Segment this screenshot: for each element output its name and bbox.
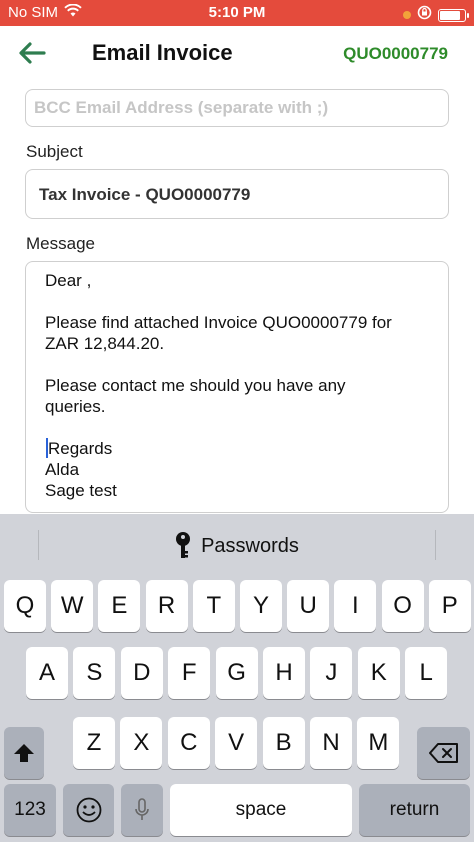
key-j[interactable]: J (310, 647, 353, 699)
key-i[interactable]: I (334, 580, 377, 632)
key-g[interactable]: G (215, 647, 258, 699)
keyboard-suggestion-bar: Passwords (0, 514, 474, 576)
key-d[interactable]: D (120, 647, 163, 699)
message-textarea[interactable]: Dear , Please find attached Invoice QUO00… (25, 261, 449, 513)
message-text: Dear , Please find attached Invoice QUO00… (45, 270, 392, 501)
message-line (45, 354, 392, 375)
key-r[interactable]: R (145, 580, 188, 632)
delete-key[interactable] (417, 727, 470, 779)
orange-dot-icon (403, 11, 411, 19)
battery-level-fill (440, 10, 460, 20)
message-line (45, 291, 392, 312)
message-line: Regards (46, 438, 113, 458)
key-o[interactable]: O (381, 580, 424, 632)
message-line: queries. (45, 397, 106, 416)
key-k[interactable]: K (357, 647, 400, 699)
numbers-key[interactable]: 123 (4, 784, 56, 836)
key-u[interactable]: U (287, 580, 330, 632)
key-icon (176, 532, 191, 558)
passwords-suggestion[interactable]: Passwords (0, 532, 474, 560)
back-button[interactable] (14, 38, 50, 68)
key-h[interactable]: H (263, 647, 305, 699)
key-b[interactable]: B (262, 717, 305, 769)
message-line: Please find attached Invoice QUO0000779 … (45, 313, 392, 332)
key-y[interactable]: Y (240, 580, 282, 632)
key-q[interactable]: Q (4, 580, 46, 632)
subject-input[interactable]: Tax Invoice - QUO0000779 (25, 169, 449, 219)
microphone-icon (135, 798, 149, 820)
shift-icon (14, 744, 34, 762)
message-line: Sage test (45, 481, 117, 500)
backspace-icon (428, 743, 458, 763)
keyboard: Passwords QWERTYUIOP ASDFGHJKL ZXCVBNM 123… (0, 514, 474, 842)
subject-value: Tax Invoice - QUO0000779 (39, 185, 251, 204)
key-v[interactable]: V (215, 717, 258, 769)
status-bar: No SIM 5:10 PM (0, 0, 474, 26)
subject-label: Subject (26, 142, 83, 161)
arrow-left-icon (19, 42, 46, 64)
passwords-label: Passwords (201, 534, 299, 557)
bcc-email-input[interactable] (26, 90, 448, 126)
key-f[interactable]: F (168, 647, 211, 699)
orientation-lock-icon (417, 5, 432, 25)
key-e[interactable]: E (98, 580, 141, 632)
key-z[interactable]: Z (73, 717, 115, 769)
page-title: Email Invoice (92, 40, 233, 65)
shift-key[interactable] (4, 727, 44, 779)
key-c[interactable]: C (167, 717, 210, 769)
space-key[interactable]: space (170, 784, 352, 836)
emoji-icon (76, 797, 101, 823)
message-label: Message (26, 234, 95, 253)
key-p[interactable]: P (428, 580, 471, 632)
key-x[interactable]: X (120, 717, 163, 769)
key-l[interactable]: L (405, 647, 448, 699)
key-s[interactable]: S (73, 647, 116, 699)
return-key[interactable]: return (359, 784, 470, 836)
message-line: ZAR 12,844.20. (45, 334, 165, 353)
message-line (45, 417, 392, 438)
key-a[interactable]: A (26, 647, 68, 699)
message-line: Please contact me should you have any (45, 376, 346, 395)
quote-number: QUO0000779 (343, 44, 448, 63)
key-w[interactable]: W (51, 580, 94, 632)
key-n[interactable]: N (310, 717, 352, 769)
app-header: Email Invoice QUO0000779 (0, 26, 474, 80)
dictation-key[interactable] (121, 784, 163, 836)
message-line: Alda (45, 460, 80, 479)
status-right-area (403, 5, 469, 25)
text-cursor (46, 438, 48, 458)
key-m[interactable]: M (357, 717, 400, 769)
key-t[interactable]: T (192, 580, 235, 632)
battery-icon (438, 8, 469, 22)
message-line: Dear , (45, 271, 92, 290)
emoji-key[interactable] (63, 784, 114, 836)
bcc-email-field-container (25, 89, 449, 127)
